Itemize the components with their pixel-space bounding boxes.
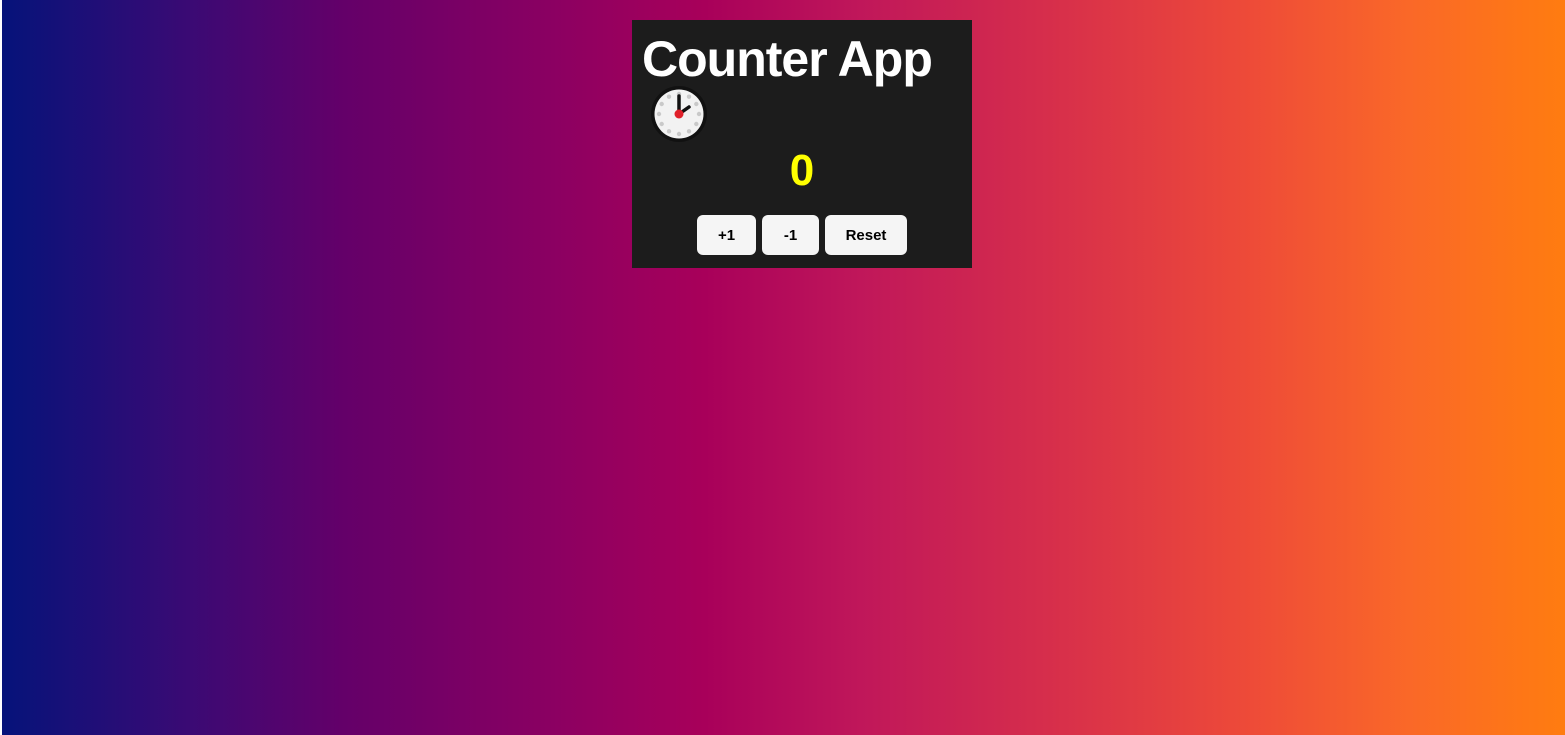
increment-button[interactable]: +1: [697, 215, 756, 255]
app-title: Counter App: [642, 31, 933, 87]
reset-button[interactable]: Reset: [825, 215, 907, 255]
counter-card: Counter App 0 +1 -1 Reset: [632, 20, 972, 268]
counter-value: 0: [789, 146, 815, 195]
decrement-button[interactable]: -1: [762, 215, 819, 255]
left-edge-divider: [0, 0, 2, 735]
button-row: +1 -1 Reset: [632, 215, 972, 255]
clock-icon: [649, 84, 709, 144]
